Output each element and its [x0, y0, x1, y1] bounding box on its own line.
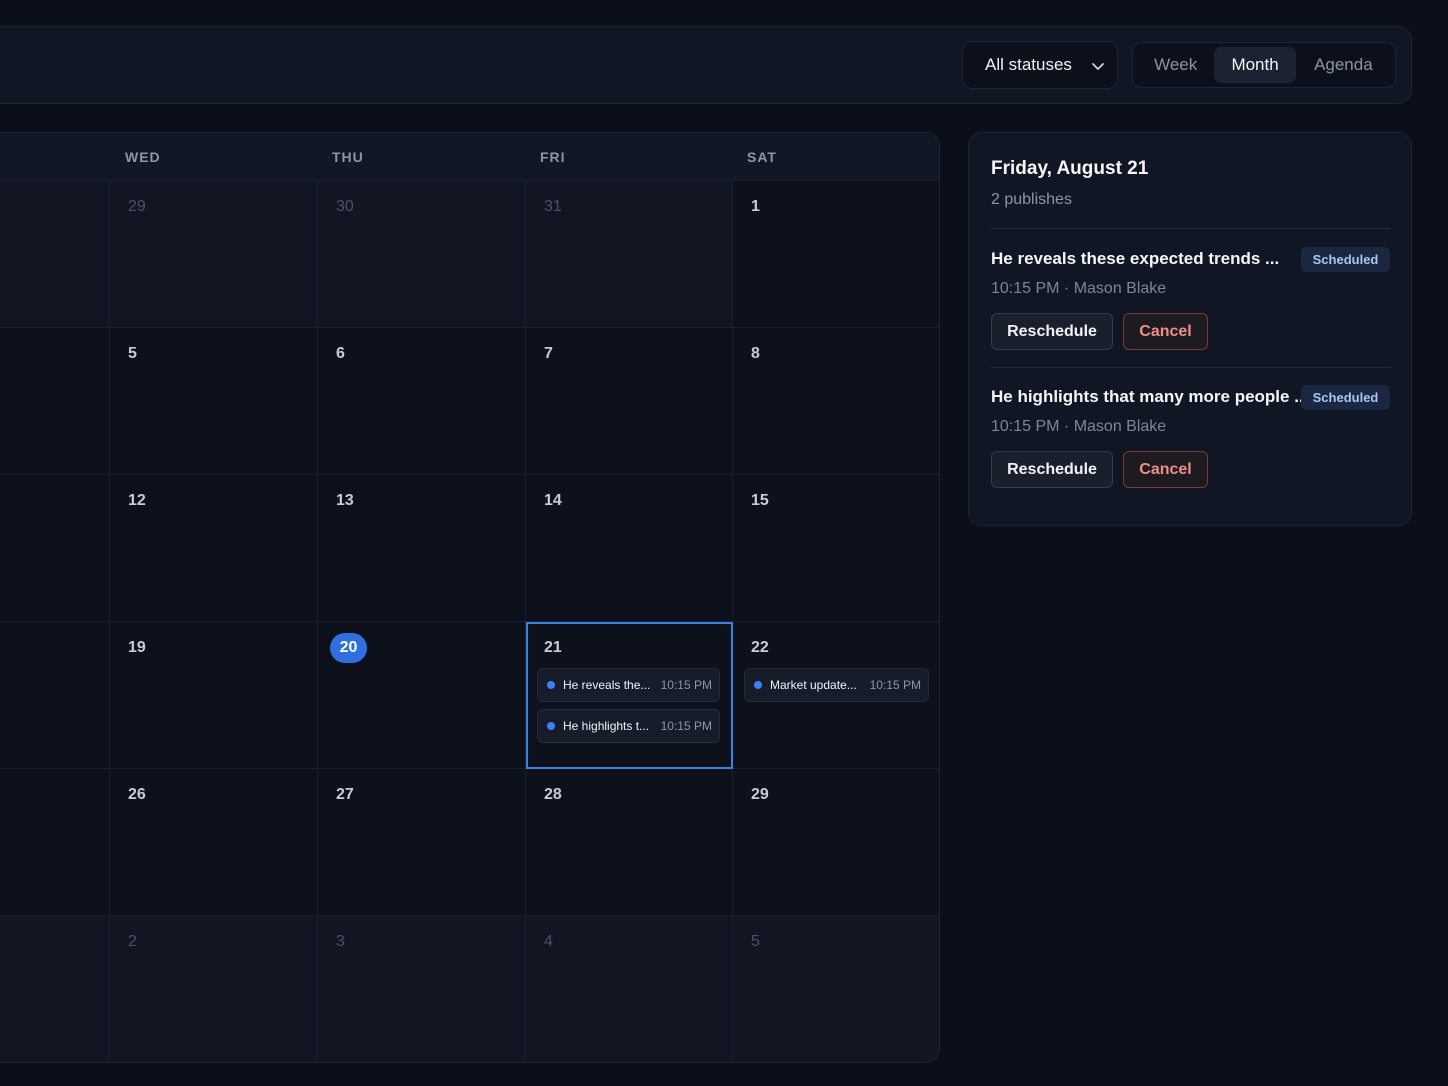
day-cell[interactable]: 29 — [110, 181, 318, 328]
day-cell[interactable]: 5 — [733, 916, 939, 1062]
day-cell[interactable] — [0, 328, 110, 475]
day-cell[interactable]: 15 — [733, 475, 939, 622]
day-cell[interactable]: 22 Market update... 10:15 PM — [733, 622, 939, 769]
weekday-header: WED THU FRI SAT — [0, 133, 939, 181]
reschedule-button[interactable]: Reschedule — [991, 451, 1113, 488]
today-marker: 20 — [330, 633, 367, 663]
event-title: He reveals the... — [563, 678, 651, 692]
day-number: 30 — [336, 198, 354, 215]
day-number: 8 — [751, 345, 760, 362]
day-cell[interactable]: 20 — [318, 622, 526, 769]
weekday-thu: THU — [332, 149, 364, 165]
day-number: 13 — [336, 492, 354, 509]
day-cell[interactable]: 29 — [733, 769, 939, 916]
day-cell-selected[interactable]: 21 He reveals the... 10:15 PM He highlights… — [526, 622, 733, 769]
calendar-event[interactable]: He reveals the... 10:15 PM — [537, 668, 720, 702]
status-dot-icon — [547, 722, 555, 730]
day-cell[interactable]: 14 — [526, 475, 733, 622]
day-number: 29 — [751, 786, 769, 803]
day-number: 21 — [544, 639, 562, 656]
calendar-page: All statuses Week Month Agenda WED THU F… — [0, 0, 1448, 1086]
view-toggle: Week Month Agenda — [1132, 42, 1396, 88]
day-number: 29 — [128, 198, 146, 215]
day-cell[interactable]: 13 — [318, 475, 526, 622]
day-number: 7 — [544, 345, 553, 362]
day-number: 6 — [336, 345, 345, 362]
day-cell[interactable]: 31 — [526, 181, 733, 328]
day-number: 15 — [751, 492, 769, 509]
day-cell[interactable]: 28 — [526, 769, 733, 916]
day-cell[interactable] — [0, 769, 110, 916]
chevron-down-icon — [1092, 63, 1104, 70]
cancel-button[interactable]: Cancel — [1123, 451, 1208, 488]
view-month-button[interactable]: Month — [1214, 47, 1296, 83]
day-cell[interactable]: 5 — [110, 328, 318, 475]
day-cell[interactable]: 12 — [110, 475, 318, 622]
day-number: 2 — [128, 933, 137, 950]
divider — [991, 367, 1391, 368]
day-cell[interactable]: 7 — [526, 328, 733, 475]
event-time: 10:15 PM — [660, 719, 712, 733]
status-filter-select[interactable]: All statuses — [962, 41, 1118, 89]
day-detail-panel: Friday, August 21 2 publishes He reveals… — [968, 132, 1412, 526]
day-number: 31 — [544, 198, 562, 215]
calendar-event[interactable]: He highlights t... 10:15 PM — [537, 709, 720, 743]
publish-title: He reveals these expected trends ... — [991, 249, 1280, 268]
day-number: 1 — [751, 198, 760, 215]
day-number: 27 — [336, 786, 354, 803]
day-number: 5 — [128, 345, 137, 362]
day-cell[interactable]: 6 — [318, 328, 526, 475]
day-number: 26 — [128, 786, 146, 803]
divider — [991, 228, 1391, 229]
status-badge: Scheduled — [1301, 247, 1390, 272]
detail-title: Friday, August 21 — [991, 158, 1149, 179]
day-cell[interactable] — [0, 475, 110, 622]
day-number: 4 — [544, 933, 553, 950]
status-filter-value: All statuses — [985, 55, 1072, 74]
day-number: 28 — [544, 786, 562, 803]
day-cell[interactable]: 19 — [110, 622, 318, 769]
view-agenda-button[interactable]: Agenda — [1296, 47, 1391, 83]
day-cell[interactable] — [0, 622, 110, 769]
day-cell[interactable]: 1 — [733, 181, 939, 328]
day-number: 3 — [336, 933, 345, 950]
day-cell[interactable]: 27 — [318, 769, 526, 916]
day-number: 22 — [751, 639, 769, 656]
event-title: He highlights t... — [563, 719, 650, 733]
weekday-sat: SAT — [747, 149, 777, 165]
status-dot-icon — [547, 681, 555, 689]
day-cell[interactable]: 26 — [110, 769, 318, 916]
month-grid: WED THU FRI SAT 29 30 31 1 5 6 7 8 12 13 14 15 19 20 2… — [0, 132, 940, 1063]
publish-meta: 10:15 PM · Mason Blake — [991, 418, 1167, 435]
event-time: 10:15 PM — [660, 678, 712, 692]
day-cell[interactable]: 30 — [318, 181, 526, 328]
event-title: Market update... — [770, 678, 857, 692]
day-cell[interactable]: 4 — [526, 916, 733, 1062]
detail-subtitle: 2 publishes — [991, 191, 1072, 208]
weekday-fri: FRI — [540, 149, 566, 165]
day-cell[interactable] — [0, 916, 110, 1062]
day-cell[interactable] — [0, 181, 110, 328]
publish-meta: 10:15 PM · Mason Blake — [991, 280, 1167, 297]
day-number: 14 — [544, 492, 562, 509]
day-cell[interactable]: 8 — [733, 328, 939, 475]
day-number: 5 — [751, 933, 760, 950]
day-cell[interactable]: 3 — [318, 916, 526, 1062]
day-number: 12 — [128, 492, 146, 509]
status-dot-icon — [754, 681, 762, 689]
day-number: 19 — [128, 639, 146, 656]
reschedule-button[interactable]: Reschedule — [991, 313, 1113, 350]
view-week-button[interactable]: Week — [1137, 47, 1214, 83]
weekday-wed: WED — [125, 149, 161, 165]
cancel-button[interactable]: Cancel — [1123, 313, 1208, 350]
event-time: 10:15 PM — [869, 678, 921, 692]
publish-title: He highlights that many more people ... — [991, 387, 1309, 406]
calendar-event[interactable]: Market update... 10:15 PM — [744, 668, 929, 702]
status-badge: Scheduled — [1301, 385, 1390, 410]
day-cell[interactable]: 2 — [110, 916, 318, 1062]
